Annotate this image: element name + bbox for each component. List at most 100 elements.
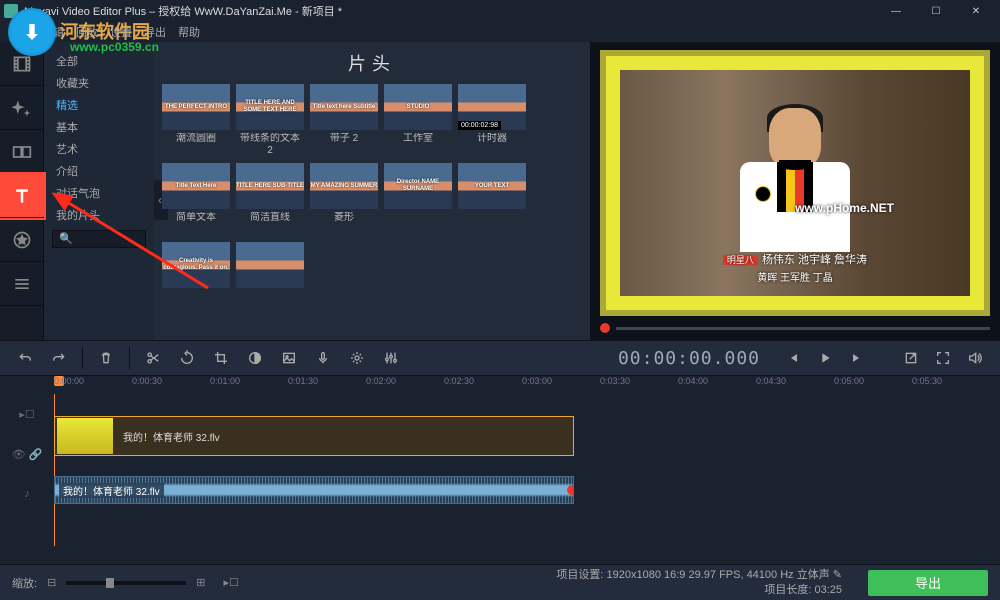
tab-titles[interactable] — [0, 174, 44, 218]
preset-name: 菱形 — [334, 212, 354, 236]
popout-button[interactable] — [896, 343, 926, 373]
search-input[interactable] — [52, 230, 146, 248]
cat-art[interactable]: 艺术 — [44, 138, 154, 160]
menu-file[interactable]: 文件 — [8, 24, 30, 40]
timeline: ▸☐ 👁 🔗 ♪ 我的！体育老师 32.flv 我的！体育老师 32.flv — [0, 394, 1000, 546]
tab-filters[interactable] — [0, 86, 44, 130]
cat-speech[interactable]: 对话气泡 — [44, 182, 154, 204]
tab-more[interactable] — [0, 262, 44, 306]
clip-end-handle-icon[interactable] — [567, 485, 574, 495]
preview-progress[interactable] — [600, 320, 990, 336]
fullscreen-button[interactable] — [928, 343, 958, 373]
zoom-in-icon[interactable]: ⊞ — [196, 576, 205, 589]
preview-pane: 明星八杨伟东 池宇峰 詹华涛 黄晖 王军胜 丁晶 www.pHome.NET — [590, 42, 1000, 340]
cat-basic[interactable]: 基本 — [44, 116, 154, 138]
preset-name: 带子 2 — [330, 133, 358, 157]
audio-clip[interactable]: 我的！体育老师 32.flv — [54, 476, 574, 504]
tab-stickers[interactable] — [0, 218, 44, 262]
preset-item[interactable]: Director NAME SURNAME — [384, 163, 452, 236]
zoom-out-icon[interactable]: ⊟ — [47, 576, 56, 589]
fit-button[interactable]: ▸☐ — [224, 576, 239, 589]
zoom-label: 缩放: — [12, 575, 37, 591]
video-clip[interactable]: 我的！体育老师 32.flv — [54, 416, 574, 456]
mic-button[interactable] — [308, 343, 338, 373]
track-header-link-icon[interactable]: 👁 🔗 — [0, 434, 54, 474]
tab-media[interactable] — [0, 42, 44, 86]
toolbar: 00:00:00.000 — [0, 340, 1000, 376]
export-button[interactable]: 导出 — [868, 570, 988, 596]
track-header-audio-icon[interactable]: ♪ — [0, 474, 54, 514]
menu-edit[interactable]: 编辑 — [42, 24, 64, 40]
sliders-button[interactable] — [376, 343, 406, 373]
play-button[interactable] — [810, 343, 840, 373]
ruler-tick: 0:02:00 — [366, 376, 396, 386]
color-button[interactable] — [240, 343, 270, 373]
caption-line2: 黄晖 王军胜 丁晶 — [666, 269, 924, 284]
next-button[interactable] — [842, 343, 872, 373]
preview-caption: 明星八杨伟东 池宇峰 詹华涛 黄晖 王军胜 丁晶 — [666, 251, 924, 284]
panel-title: 片头 — [154, 42, 590, 80]
preset-item[interactable]: 00:00:02:98计时器 — [458, 84, 526, 157]
preset-item[interactable]: Creativity is contagious. Pass it on. — [162, 242, 230, 315]
timeline-tracks[interactable]: 我的！体育老师 32.flv 我的！体育老师 32.flv — [54, 394, 1000, 546]
preset-item[interactable]: THE PERFECT INTRO潮流圆圈 — [162, 84, 230, 157]
zoom-slider[interactable] — [66, 581, 186, 585]
ruler-tick: 0:03:30 — [600, 376, 630, 386]
menu-help[interactable]: 帮助 — [178, 24, 200, 40]
preset-item[interactable]: TITLE HERE AND SOME TEXT HERE带线条的文本 2 — [236, 84, 304, 157]
redo-button[interactable] — [44, 343, 74, 373]
preset-item[interactable]: YOUR TEXT — [458, 163, 526, 236]
left-tool-tabs — [0, 42, 44, 340]
preset-item[interactable]: MY AMAZING SUMMER菱形 — [310, 163, 378, 236]
preset-item[interactable]: TITLE HERE SUB-TITLE简洁直线 — [236, 163, 304, 236]
preset-item[interactable]: Title text here Subtitle带子 2 — [310, 84, 378, 157]
cut-button[interactable] — [138, 343, 168, 373]
ruler-tick: 0:02:30 — [444, 376, 474, 386]
watermark-url: www.pc0359.cn — [70, 40, 159, 54]
volume-button[interactable] — [960, 343, 990, 373]
menu-playback[interactable]: 回放 — [76, 24, 98, 40]
preset-name: 简单文本 — [176, 212, 216, 236]
image-button[interactable] — [274, 343, 304, 373]
caption-line1: 杨伟东 池宇峰 詹华涛 — [762, 254, 867, 266]
preview-viewport[interactable]: 明星八杨伟东 池宇峰 詹华涛 黄晖 王军胜 丁晶 www.pHome.NET — [600, 50, 990, 316]
cat-mine[interactable]: 我的片头 — [44, 204, 154, 226]
prev-button[interactable] — [778, 343, 808, 373]
preset-item[interactable] — [236, 242, 304, 315]
progress-playhead-icon[interactable] — [600, 323, 610, 333]
crop-button[interactable] — [206, 343, 236, 373]
ruler-tick: 0:00:30 — [132, 376, 162, 386]
timeline-ruler[interactable]: 0:00:000:00:300:01:000:01:300:02:000:02:… — [0, 376, 1000, 394]
minimize-button[interactable]: — — [876, 0, 916, 22]
menu-settings[interactable]: 设置 — [110, 24, 132, 40]
progress-track[interactable] — [616, 327, 990, 330]
cat-intro[interactable]: 介绍 — [44, 160, 154, 182]
preset-name: 潮流圆圈 — [176, 133, 216, 157]
preset-grid: ‹ THE PERFECT INTRO潮流圆圈TITLE HERE AND SO… — [154, 80, 590, 340]
preset-name: 工作室 — [403, 133, 433, 157]
preset-item[interactable]: STUDIO工作室 — [384, 84, 452, 157]
close-button[interactable]: ✕ — [956, 0, 996, 22]
project-info[interactable]: 项目设置: 1920x1080 16:9 29.97 FPS, 44100 Hz… — [556, 568, 842, 597]
window-title: Movavi Video Editor Plus – 授权给 WwW.DaYan… — [24, 3, 876, 19]
preset-name: 简洁直线 — [250, 212, 290, 236]
track-header-video-icon[interactable]: ▸☐ — [0, 394, 54, 434]
audio-clip-label: 我的！体育老师 32.flv — [59, 483, 164, 498]
tab-transitions[interactable] — [0, 130, 44, 174]
maximize-button[interactable]: ☐ — [916, 0, 956, 22]
statusbar: 缩放: ⊟ ⊞ ▸☐ 项目设置: 1920x1080 16:9 29.97 FP… — [0, 564, 1000, 600]
rotate-button[interactable] — [172, 343, 202, 373]
cat-favorites[interactable]: 收藏夹 — [44, 72, 154, 94]
preset-item[interactable]: Title Text Here简单文本 — [162, 163, 230, 236]
timecode-display: 00:00:00.000 — [618, 348, 760, 369]
menu-export[interactable]: 导出 — [144, 24, 166, 40]
clip-thumb-icon — [57, 418, 113, 454]
video-clip-label: 我的！体育老师 32.flv — [123, 429, 220, 444]
ruler-tick: 0:00:00 — [54, 376, 84, 386]
gear-button[interactable] — [342, 343, 372, 373]
ruler-tick: 0:01:00 — [210, 376, 240, 386]
undo-button[interactable] — [10, 343, 40, 373]
cat-featured[interactable]: 精选 — [44, 94, 154, 116]
project-length-text: 项目长度: 03:25 — [556, 583, 842, 597]
delete-button[interactable] — [91, 343, 121, 373]
